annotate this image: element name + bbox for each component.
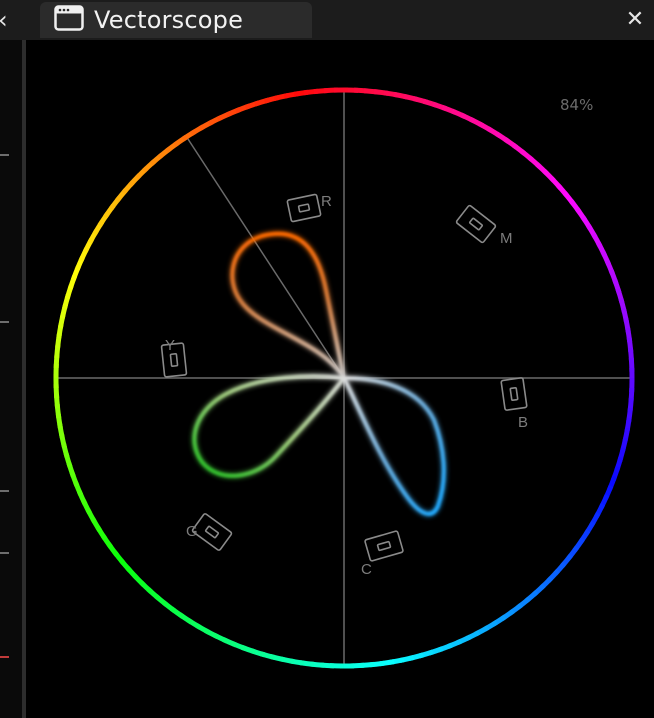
target-label-y: Y [165,337,175,354]
scale-tick [0,552,9,554]
scale-tick [0,490,9,492]
target-label-c: C [361,561,372,578]
vectorscope-graph: R M B C G Y [53,87,635,669]
target-label-m: M [500,230,513,247]
target-box-r [286,193,322,223]
scale-tick-red [0,656,9,658]
target-box-c [364,530,404,562]
scale-tick [0,154,9,156]
tab-title: Vectorscope [94,6,244,34]
target-box-m [455,204,497,244]
tab-vectorscope[interactable]: Vectorscope [40,2,312,38]
collapse-left-panel-button[interactable]: ‹ [0,6,18,34]
target-label-g: G [186,523,198,540]
target-label-r: R [321,193,332,210]
chroma-trace [191,230,447,517]
target-box-g [191,513,233,551]
scale-tick [0,321,9,323]
adjacent-panel-edge [0,40,22,718]
target-box-b [500,377,528,411]
window-icon [54,5,84,35]
vectorscope-display: R M B C G Y 84% [26,40,654,718]
close-icon[interactable]: ✕ [622,6,648,34]
target-label-b: B [518,414,528,431]
zoom-readout: 84% [560,96,594,114]
